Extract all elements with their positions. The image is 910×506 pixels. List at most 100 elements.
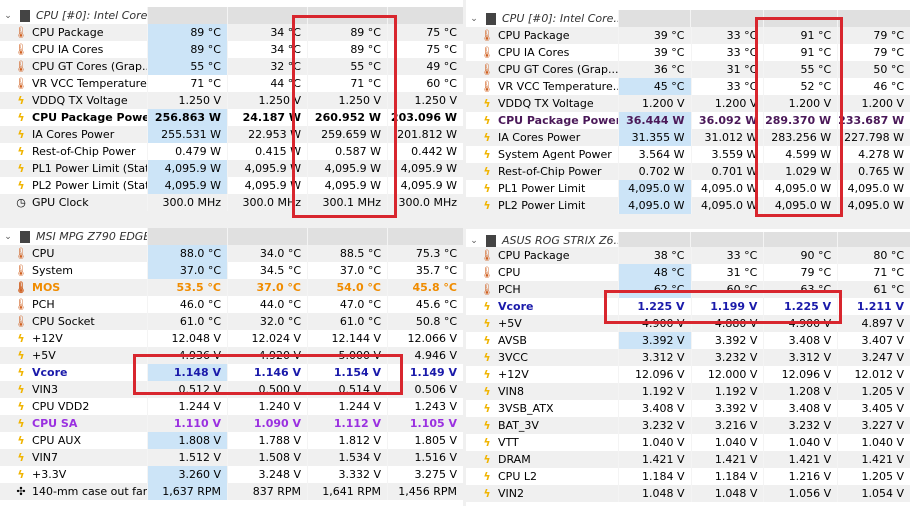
sensor-row[interactable]: ϟPL1 Power Limit (Static)4,095.9 W4,095.… xyxy=(0,160,463,177)
current-value: 3.312 V xyxy=(617,349,691,366)
sensor-row[interactable]: ϟ VIN2 1.048 V 1.048 V 1.056 V 1.054 V xyxy=(466,485,910,502)
chevron-down-icon[interactable]: ⌄ xyxy=(2,230,14,244)
maximum-value: 1.812 V xyxy=(307,432,387,449)
current-value: 1.110 V xyxy=(147,415,227,432)
current-value: 39 °C xyxy=(617,44,691,61)
sensor-row[interactable]: ◷ GPU Clock 300.0 MHz 300.0 MHz 300.1 MHz 300… xyxy=(0,194,463,211)
minimum-value: 60 °C xyxy=(690,281,764,298)
sensor-row[interactable]: ϟ System Agent Power 3.564 W 3.559 W 4.599 W… xyxy=(466,146,910,163)
current-value: 46.0 °C xyxy=(147,296,227,313)
sensor-row[interactable]: 🌡 CPU IA Cores 39 °C 33 °C 91 °C 79 °C xyxy=(466,44,910,61)
sensor-row[interactable]: 🌡 VR VCC Temperature... 45 °C 33 °C 52 °C 46 … xyxy=(466,78,910,95)
sensor-row[interactable]: 🌡 CPU 88.0 °C 34.0 °C 88.5 °C 75.3 °C xyxy=(0,245,463,262)
minimum-value: 4,095.0 W xyxy=(690,180,764,197)
sensor-name: 🌡 CPU xyxy=(0,245,147,262)
group-header[interactable]: ⌄ CPU [#0]: Intel Core... xyxy=(466,10,910,27)
sensor-row[interactable]: ϟ +12V 12.096 V 12.000 V 12.096 V 12.012 V xyxy=(466,366,910,383)
sensor-row[interactable]: ϟ PL2 Power Limit 4,095.0 W 4,095.0 W 4,095.… xyxy=(466,197,910,214)
group-header[interactable]: ⌄ CPU [#0]: Intel Core... xyxy=(0,7,463,24)
sensor-name: ϟ Rest-of-Chip Power xyxy=(0,143,147,160)
sensor-row[interactable]: 🌡 CPU Socket 61.0 °C 32.0 °C 61.0 °C 50.8 °C xyxy=(0,313,463,330)
clock-icon: ◷ xyxy=(16,195,26,209)
sensor-row[interactable]: 🌡 VR VCC Temperature... 71 °C 44 °C 71 °C 60 … xyxy=(0,75,463,92)
sensor-panel-msi-board: ⌄ MSI MPG Z790 EDGE ... 🌡 CPU 88.0 °C34.0 °C… xyxy=(0,228,463,506)
sensor-row[interactable]: ϟ PL1 Power Limit 4,095.0 W 4,095.0 W 4,095.… xyxy=(466,180,910,197)
sensor-row[interactable]: 🌡 CPU IA Cores 89 °C 34 °C 89 °C 75 °C xyxy=(0,41,463,58)
sensor-row[interactable]: ϟ CPU Package Power 256.863 W 24.187 W 260.9… xyxy=(0,109,463,126)
sensor-row[interactable]: ϟ BAT_3V 3.232 V 3.216 V 3.232 V 3.227 V xyxy=(466,417,910,434)
maximum-value: 12.144 V xyxy=(307,330,387,347)
sensor-row[interactable]: 🌡 CPU 48 °C 31 °C 79 °C 71 °C xyxy=(466,264,910,281)
sensor-label: VDDQ TX Voltage xyxy=(32,94,128,107)
sensor-row[interactable]: ϟ VIN3 0.512 V 0.500 V 0.514 V 0.506 V xyxy=(0,381,463,398)
sensor-row[interactable]: 🌡 CPU Package 89 °C 34 °C 89 °C 75 °C xyxy=(0,24,463,41)
average-value: 3.247 V xyxy=(837,349,910,366)
sensor-row[interactable]: ϟ +5V 4.936 V 4.920 V 5.000 V 4.946 V xyxy=(0,347,463,364)
sensor-row[interactable]: ϟ +5V 4.900 V 4.880 V 4.900 V 4.897 V xyxy=(466,315,910,332)
sensor-row[interactable]: ϟ VIN8 1.192 V 1.192 V 1.208 V 1.205 V xyxy=(466,383,910,400)
group-header-cell xyxy=(227,7,307,24)
average-value: 4,095.0 W xyxy=(837,180,910,197)
sensor-row[interactable]: ϟ CPU SA 1.110 V 1.090 V 1.112 V 1.105 V xyxy=(0,415,463,432)
current-value: 39 °C xyxy=(617,27,691,44)
thermometer-icon: 🌡 xyxy=(14,280,28,294)
sensor-row[interactable]: ϟ +3.3V 3.260 V 3.248 V 3.332 V 3.275 V xyxy=(0,466,463,483)
sensor-row[interactable]: ϟ CPU Package Power 36.444 W 36.092 W 289.37… xyxy=(466,112,910,129)
group-header-cell xyxy=(387,7,463,24)
current-value: 3.232 V xyxy=(617,417,691,434)
sensor-row[interactable]: ϟ IA Cores Power 255.531 W 22.953 W 259.659 … xyxy=(0,126,463,143)
current-value: 3.408 V xyxy=(617,400,691,417)
sensor-row[interactable]: 🌡 CPU GT Cores (Grap... 36 °C 31 °C 55 °C 50 … xyxy=(466,61,910,78)
chevron-down-icon[interactable]: ⌄ xyxy=(468,12,480,26)
sensor-row[interactable]: ϟ DRAM 1.421 V 1.421 V 1.421 V 1.421 V xyxy=(466,451,910,468)
minimum-value: 1.199 V xyxy=(690,298,764,315)
sensor-row[interactable]: ϟ CPU AUX 1.808 V 1.788 V 1.812 V 1.805 V xyxy=(0,432,463,449)
average-value: 12.012 V xyxy=(837,366,910,383)
sensor-label: 140-mm case out fan xyxy=(32,485,147,498)
sensor-row[interactable]: ✣ 140-mm case out fan 1,637 RPM 837 RPM 1,64… xyxy=(0,483,463,500)
sensor-row[interactable]: ϟPL2 Power Limit (Static)4,095.9 W4,095.… xyxy=(0,177,463,194)
sensor-row[interactable]: ϟ 3VSB_ATX 3.408 V 3.392 V 3.408 V 3.405 V xyxy=(466,400,910,417)
chevron-down-icon[interactable]: ⌄ xyxy=(2,9,14,23)
group-title[interactable]: ⌄ CPU [#0]: Intel Core... xyxy=(0,7,147,24)
chip-icon xyxy=(486,234,496,247)
sensor-row[interactable]: 🌡 System 37.0 °C 34.5 °C 37.0 °C 35.7 °C xyxy=(0,262,463,279)
sensor-row[interactable]: ϟ AVSB 3.392 V 3.392 V 3.408 V 3.407 V xyxy=(466,332,910,349)
sensor-row[interactable]: 🌡 CPU GT Cores (Grap... 55 °C 32 °C 55 °C 49 … xyxy=(0,58,463,75)
sensor-row[interactable]: ϟ VIN7 1.512 V 1.508 V 1.534 V 1.516 V xyxy=(0,449,463,466)
sensor-row[interactable]: 🌡 PCH 62 °C 60 °C 63 °C 61 °C xyxy=(466,281,910,298)
sensor-row[interactable]: ϟ IA Cores Power 31.355 W 31.012 W 283.256 W… xyxy=(466,129,910,146)
lightning-icon: ϟ xyxy=(483,452,491,466)
sensor-row[interactable]: ϟ CPU VDD2 1.244 V 1.240 V 1.244 V 1.243 V xyxy=(0,398,463,415)
average-value: 0.506 V xyxy=(387,381,463,398)
group-header[interactable]: ⌄ MSI MPG Z790 EDGE ... xyxy=(0,228,463,245)
group-header-cell xyxy=(147,228,227,245)
group-header-cell xyxy=(837,10,910,27)
sensor-row[interactable]: ϟ VTT 1.040 V 1.040 V 1.040 V 1.040 V xyxy=(466,434,910,451)
sensor-row[interactable]: ϟ +12V 12.048 V 12.024 V 12.144 V 12.066 V xyxy=(0,330,463,347)
sensor-row[interactable]: ϟ Vcore 1.225 V 1.199 V 1.225 V 1.211 V xyxy=(466,298,910,315)
sensor-row[interactable]: ϟ Rest-of-Chip Power 0.702 W 0.701 W 1.029 W… xyxy=(466,163,910,180)
chevron-down-icon[interactable]: ⌄ xyxy=(468,234,480,248)
sensor-row[interactable]: 🌡 MOS 53.5 °C 37.0 °C 54.0 °C 45.8 °C xyxy=(0,279,463,296)
maximum-value: 3.408 V xyxy=(763,400,837,417)
sensor-label: +5V xyxy=(498,317,522,330)
average-value: 4,095.0 W xyxy=(837,197,910,214)
sensor-row[interactable]: ϟ Rest-of-Chip Power 0.479 W 0.415 W 0.587 W… xyxy=(0,143,463,160)
minimum-value: 31.012 W xyxy=(690,129,764,146)
sensor-row[interactable]: ϟ Vcore 1.148 V 1.146 V 1.154 V 1.149 V xyxy=(0,364,463,381)
sensor-row[interactable]: ϟ 3VCC 3.312 V 3.232 V 3.312 V 3.247 V xyxy=(466,349,910,366)
sensor-row[interactable]: 🌡 PCH 46.0 °C 44.0 °C 47.0 °C 45.6 °C xyxy=(0,296,463,313)
group-title[interactable]: ⌄ CPU [#0]: Intel Core... xyxy=(466,10,617,27)
sensor-label: +12V xyxy=(32,332,63,345)
sensor-row[interactable]: 🌡 CPU Package 38 °C 33 °C 90 °C 80 °C xyxy=(466,247,910,264)
sensor-row[interactable]: ϟ VDDQ TX Voltage 1.200 V 1.200 V 1.200 V 1.2… xyxy=(466,95,910,112)
sensor-name: ϟ DRAM xyxy=(466,451,618,468)
average-value: 50.8 °C xyxy=(387,313,463,330)
sensor-row[interactable]: ϟ CPU L2 1.184 V 1.184 V 1.216 V 1.205 V xyxy=(466,468,910,485)
average-value: 75 °C xyxy=(387,24,463,41)
group-title[interactable]: ⌄ MSI MPG Z790 EDGE ... xyxy=(0,228,147,245)
sensor-row[interactable]: ϟ VDDQ TX Voltage 1.250 V 1.250 V 1.250 V 1.2… xyxy=(0,92,463,109)
sensor-name: ϟ VIN3 xyxy=(0,381,147,398)
sensor-row[interactable]: 🌡 CPU Package 39 °C 33 °C 91 °C 79 °C xyxy=(466,27,910,44)
